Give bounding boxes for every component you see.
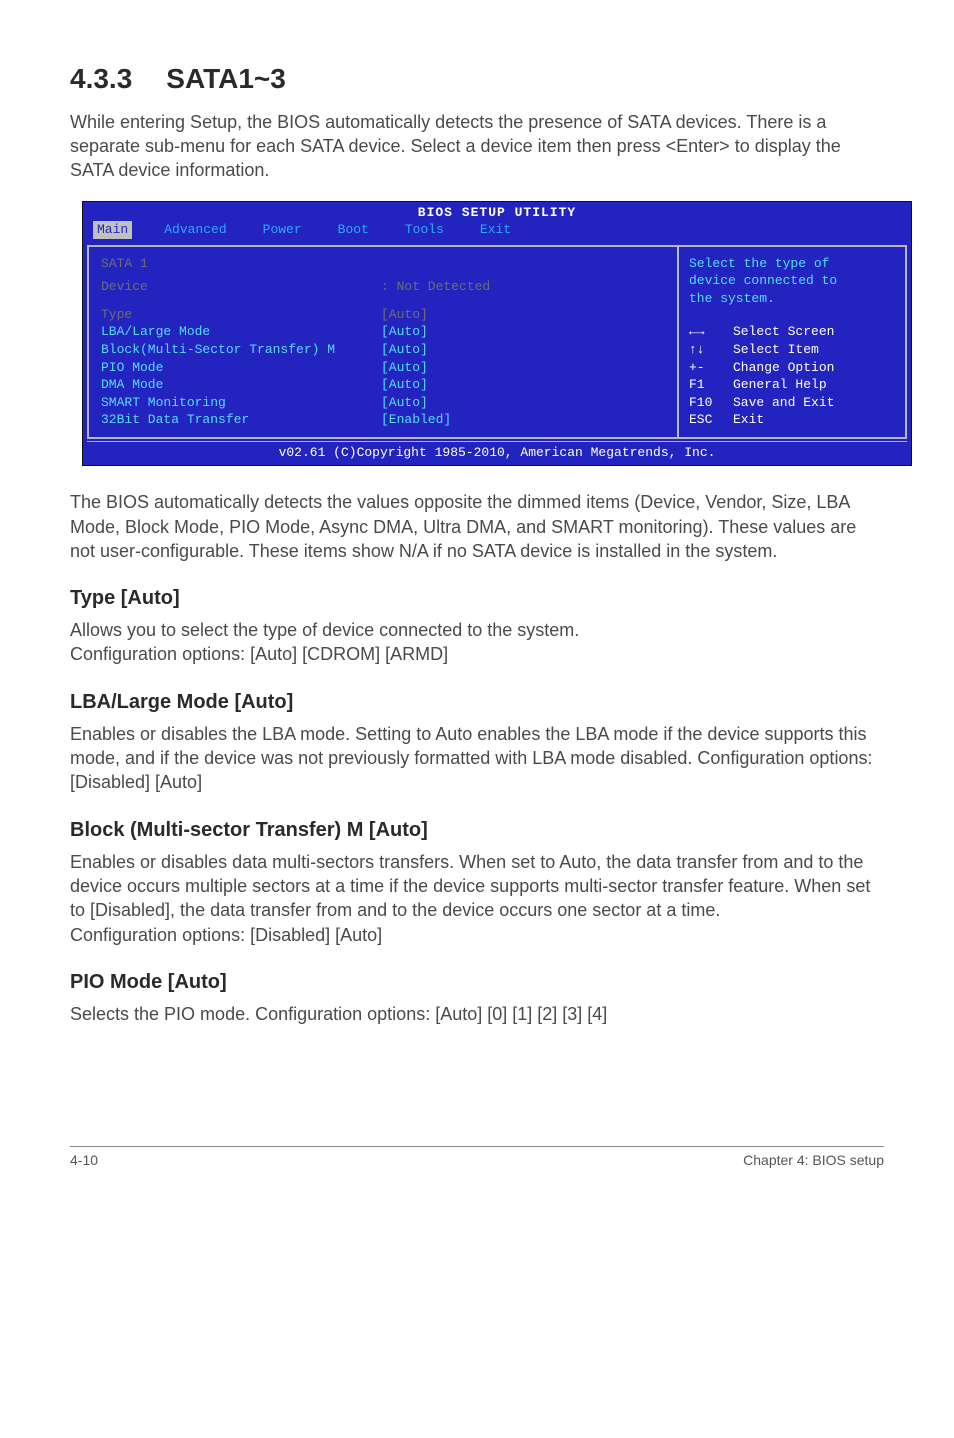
bios-sata-header: SATA 1 (101, 255, 665, 273)
bios-setting-value: [Auto] (381, 341, 428, 359)
bios-key-shortcut: ←→ (689, 323, 733, 341)
section-number: 4.3.3 (70, 60, 132, 98)
bios-setting-label: Block(Multi-Sector Transfer) M (101, 341, 381, 359)
subsection-body: Enables or disables the LBA mode. Settin… (70, 722, 884, 795)
bios-setting-label: 32Bit Data Transfer (101, 411, 381, 429)
bios-screenshot: BIOS SETUP UTILITY Main Advanced Power B… (82, 201, 912, 467)
bios-setting-row[interactable]: SMART Monitoring[Auto] (101, 394, 665, 412)
bios-setting-row[interactable]: PIO Mode[Auto] (101, 359, 665, 377)
section-title: SATA1~3 (166, 63, 286, 94)
bios-setting-label: PIO Mode (101, 359, 381, 377)
bios-key-shortcut: ESC (689, 411, 733, 429)
bios-tab-tools[interactable]: Tools (401, 221, 448, 239)
footer-chapter: Chapter 4: BIOS setup (743, 1151, 884, 1170)
bios-device-value: : Not Detected (381, 278, 490, 296)
subsection-body: Selects the PIO mode. Configuration opti… (70, 1002, 884, 1026)
bios-key-legend: ←→Select Screen↑↓Select Item+-Change Opt… (689, 323, 895, 428)
bios-key-shortcut: +- (689, 359, 733, 377)
subsection-body: Enables or disables data multi-sectors t… (70, 850, 884, 947)
bios-tab-main[interactable]: Main (93, 221, 132, 239)
bios-setting-label: Type (101, 306, 381, 324)
bios-setting-row[interactable]: 32Bit Data Transfer[Enabled] (101, 411, 665, 429)
bios-key-shortcut: F10 (689, 394, 733, 412)
bios-menu-bar: Main Advanced Power Boot Tools Exit (83, 221, 911, 243)
bios-setting-label: LBA/Large Mode (101, 323, 381, 341)
bios-setting-value: [Auto] (381, 359, 428, 377)
bios-tab-exit[interactable]: Exit (476, 221, 515, 239)
bios-device-row: Device : Not Detected (101, 278, 665, 296)
page-footer: 4-10 Chapter 4: BIOS setup (70, 1146, 884, 1170)
bios-key-row: ←→Select Screen (689, 323, 895, 341)
footer-page-number: 4-10 (70, 1151, 98, 1170)
bios-tab-advanced[interactable]: Advanced (160, 221, 230, 239)
bios-device-label: Device (101, 278, 381, 296)
bios-setting-value: [Enabled] (381, 411, 451, 429)
bios-key-description: Select Item (733, 341, 819, 359)
bios-setting-label: DMA Mode (101, 376, 381, 394)
bios-sata-label: SATA 1 (101, 255, 381, 273)
bios-setting-row[interactable]: Type[Auto] (101, 306, 665, 324)
section-heading: 4.3.3 SATA1~3 (70, 60, 884, 98)
bios-key-description: General Help (733, 376, 827, 394)
bios-tab-boot[interactable]: Boot (334, 221, 373, 239)
bios-key-shortcut: ↑↓ (689, 341, 733, 359)
bios-key-shortcut: F1 (689, 376, 733, 394)
bios-setting-label: SMART Monitoring (101, 394, 381, 412)
intro-paragraph: While entering Setup, the BIOS automatic… (70, 110, 884, 183)
bios-key-description: Exit (733, 411, 764, 429)
bios-key-row: ESCExit (689, 411, 895, 429)
bios-setting-row[interactable]: DMA Mode[Auto] (101, 376, 665, 394)
bios-setting-row[interactable]: Block(Multi-Sector Transfer) M[Auto] (101, 341, 665, 359)
bios-copyright: v02.61 (C)Copyright 1985-2010, American … (87, 441, 907, 466)
bios-setting-value: [Auto] (381, 306, 428, 324)
bios-setting-value: [Auto] (381, 394, 428, 412)
bios-tab-power[interactable]: Power (259, 221, 306, 239)
bios-left-pane: SATA 1 Device : Not Detected Type[Auto]L… (87, 245, 677, 439)
bios-setting-row[interactable]: LBA/Large Mode[Auto] (101, 323, 665, 341)
bios-setting-value: [Auto] (381, 323, 428, 341)
subsection-heading: PIO Mode [Auto] (70, 969, 884, 996)
bios-key-row: F1General Help (689, 376, 895, 394)
subsection-body: Allows you to select the type of device … (70, 618, 884, 667)
subsection-heading: LBA/Large Mode [Auto] (70, 689, 884, 716)
subsection-heading: Type [Auto] (70, 585, 884, 612)
bios-help-text: Select the type of device connected to t… (689, 255, 895, 308)
bios-right-pane: Select the type of device connected to t… (677, 245, 907, 439)
bios-body: SATA 1 Device : Not Detected Type[Auto]L… (83, 243, 911, 441)
bios-key-description: Change Option (733, 359, 834, 377)
bios-key-row: +-Change Option (689, 359, 895, 377)
bios-utility-title: BIOS SETUP UTILITY (83, 202, 911, 222)
bios-key-row: F10Save and Exit (689, 394, 895, 412)
bios-setting-value: [Auto] (381, 376, 428, 394)
bios-key-description: Select Screen (733, 323, 834, 341)
after-bios-paragraph: The BIOS automatically detects the value… (70, 490, 884, 563)
subsection-heading: Block (Multi-sector Transfer) M [Auto] (70, 817, 884, 844)
bios-key-row: ↑↓Select Item (689, 341, 895, 359)
bios-key-description: Save and Exit (733, 394, 834, 412)
